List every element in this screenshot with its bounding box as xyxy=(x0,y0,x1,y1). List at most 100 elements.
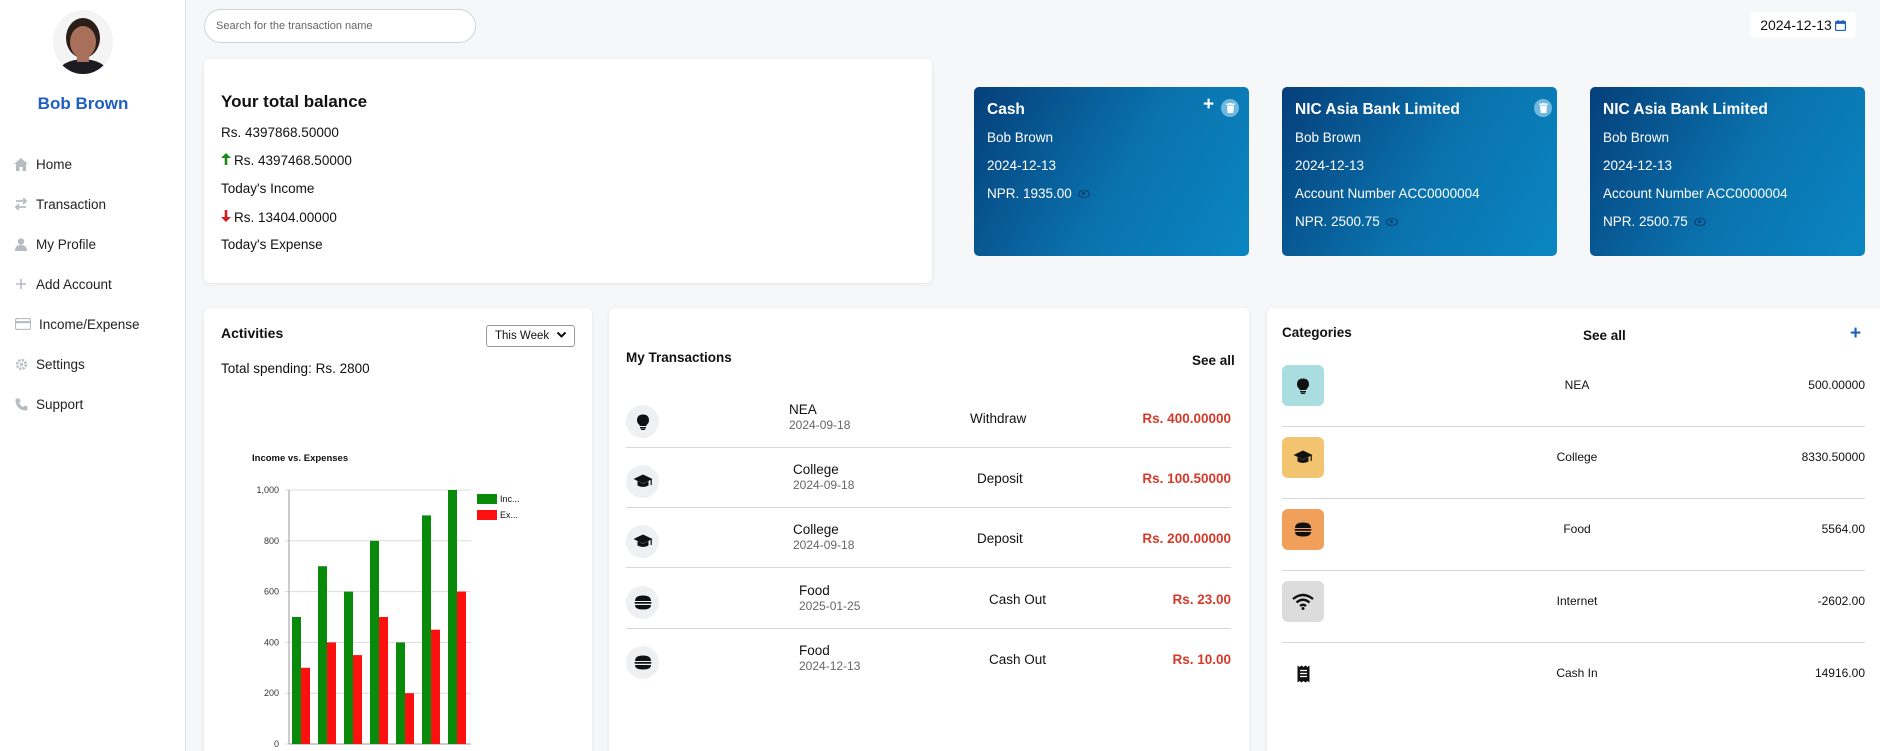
category-row[interactable]: Cash In 14916.00 xyxy=(1282,643,1865,715)
expense-row: Rs. 13404.00000 xyxy=(221,209,337,225)
legend-swatch xyxy=(477,510,497,520)
category-row[interactable]: Food 5564.00 xyxy=(1282,499,1865,571)
sidebar-item-label: Settings xyxy=(36,356,85,372)
period-select[interactable]: This Week xyxy=(486,325,575,347)
burger-icon xyxy=(626,586,659,619)
transaction-name: Food xyxy=(799,583,830,598)
account-owner: Bob Brown xyxy=(1295,130,1362,145)
sidebar-item-label: Support xyxy=(36,396,84,412)
eye-icon[interactable] xyxy=(1077,190,1090,199)
account-name: NIC Asia Bank Limited xyxy=(1603,101,1768,118)
home-icon xyxy=(14,157,28,171)
date-filter[interactable]: 2024-12-13 xyxy=(1750,12,1856,38)
sidebar-item-label: Home xyxy=(36,156,73,172)
bar-income xyxy=(396,642,405,744)
income-expense-chart: Income vs. Expenses02004006008001,000Sun… xyxy=(252,453,520,751)
account-number: Account Number ACC0000004 xyxy=(1295,186,1480,201)
income-row: Rs. 4397468.50000 xyxy=(221,152,352,168)
category-row[interactable]: College 8330.50000 xyxy=(1282,427,1865,499)
transaction-type: Cash Out xyxy=(989,592,1047,607)
y-tick-label: 0 xyxy=(274,739,279,749)
bar-expense xyxy=(327,642,336,744)
transaction-amount: Rs. 100.50000 xyxy=(1142,471,1231,486)
add-category-button[interactable]: + xyxy=(1850,324,1861,343)
transactions-see-all-link[interactable]: See all xyxy=(1192,353,1235,368)
sidebar-item-settings[interactable]: Settings xyxy=(14,344,140,384)
sidebar: Bob Brown Home Transaction My Profile Ad… xyxy=(0,0,186,751)
account-card-cash[interactable]: Cash + Bob Brown 2024-12-13 NPR. 1935.00 xyxy=(974,87,1249,256)
transaction-type: Cash Out xyxy=(989,652,1047,667)
transaction-amount: Rs. 200.00000 xyxy=(1142,531,1231,546)
arrow-up-icon xyxy=(221,152,231,168)
add-icon[interactable]: + xyxy=(1203,95,1214,114)
transaction-row[interactable]: Food 2024-12-13 Cash Out Rs. 10.00 xyxy=(626,629,1231,689)
transfer-icon xyxy=(14,197,28,211)
category-value: 8330.50000 xyxy=(1801,450,1865,464)
bar-expense xyxy=(379,617,388,744)
search-input[interactable] xyxy=(204,9,476,43)
category-value: 5564.00 xyxy=(1821,522,1865,536)
calendar-icon[interactable] xyxy=(1834,19,1846,31)
y-tick-label: 600 xyxy=(264,587,279,597)
avatar[interactable] xyxy=(53,10,113,74)
transaction-type: Withdraw xyxy=(970,411,1027,426)
sidebar-item-my-profile[interactable]: My Profile xyxy=(14,224,140,264)
transaction-row[interactable]: Food 2025-01-25 Cash Out Rs. 23.00 xyxy=(626,569,1231,629)
bar-expense xyxy=(431,629,440,744)
account-card-nic-asia-1[interactable]: NIC Asia Bank Limited Bob Brown 2024-12-… xyxy=(1282,87,1557,256)
category-name: Internet xyxy=(1556,594,1598,608)
transaction-row[interactable]: NEA 2024-09-18 Withdraw Rs. 400.00000 xyxy=(626,388,1231,448)
bar-income xyxy=(422,515,431,744)
bar-income xyxy=(292,617,301,744)
category-row[interactable]: Internet -2602.00 xyxy=(1282,571,1865,643)
sidebar-item-label: Transaction xyxy=(36,196,107,212)
transaction-name: College xyxy=(793,462,839,477)
bar-expense xyxy=(457,591,466,744)
category-value: 14916.00 xyxy=(1814,666,1865,680)
account-owner: Bob Brown xyxy=(987,130,1054,145)
expense-amount: Rs. 13404.00000 xyxy=(234,209,337,225)
bar-income xyxy=(370,540,379,744)
total-spending: Total spending: Rs. 2800 xyxy=(221,361,370,376)
transaction-row[interactable]: College 2024-09-18 Deposit Rs. 200.00000 xyxy=(626,508,1231,568)
date-filter-value: 2024-12-13 xyxy=(1760,17,1832,33)
account-owner: Bob Brown xyxy=(1603,130,1670,145)
transaction-name: Food xyxy=(799,643,830,658)
account-name: NIC Asia Bank Limited xyxy=(1295,101,1460,118)
card-icon xyxy=(14,317,31,331)
transaction-date: 2024-09-18 xyxy=(789,418,851,432)
categories-see-all-link[interactable]: See all xyxy=(1583,328,1626,343)
account-balance-row: NPR. 2500.75 xyxy=(1603,214,1706,229)
bar-expense xyxy=(353,655,362,744)
delete-icon[interactable] xyxy=(1534,99,1552,117)
sidebar-item-add-account[interactable]: Add Account xyxy=(14,264,140,304)
bar-expense xyxy=(301,667,310,744)
sidebar-item-income-expense[interactable]: Income/Expense xyxy=(14,304,140,344)
delete-icon[interactable] xyxy=(1221,99,1239,117)
eye-icon[interactable] xyxy=(1693,218,1706,227)
transaction-row[interactable]: College 2024-09-18 Deposit Rs. 100.50000 xyxy=(626,448,1231,508)
category-row[interactable]: NEA 500.00000 xyxy=(1282,355,1865,427)
account-name: Cash xyxy=(987,101,1025,118)
eye-icon[interactable] xyxy=(1385,218,1398,227)
plus-icon xyxy=(14,277,28,291)
sidebar-item-support[interactable]: Support xyxy=(14,384,140,424)
transaction-date: 2024-12-13 xyxy=(799,659,861,673)
income-amount: Rs. 4397468.50000 xyxy=(234,152,352,168)
account-balance-row: NPR. 1935.00 xyxy=(987,186,1090,201)
transaction-type: Deposit xyxy=(977,531,1023,546)
account-number: Account Number ACC0000004 xyxy=(1603,186,1788,201)
bar-expense xyxy=(405,693,414,744)
y-tick-label: 200 xyxy=(264,688,279,698)
bar-income xyxy=(318,566,327,744)
chart-title: Income vs. Expenses xyxy=(252,453,348,464)
sidebar-item-transaction[interactable]: Transaction xyxy=(14,184,140,224)
sidebar-item-home[interactable]: Home xyxy=(14,144,140,184)
user-name: Bob Brown xyxy=(37,94,129,113)
category-name: NEA xyxy=(1564,378,1590,392)
transaction-date: 2025-01-25 xyxy=(799,599,861,613)
income-label: Today's Income xyxy=(221,181,315,196)
graduation-cap-icon xyxy=(626,465,659,498)
transactions-title: My Transactions xyxy=(626,350,732,365)
account-card-nic-asia-2[interactable]: NIC Asia Bank Limited Bob Brown 2024-12-… xyxy=(1590,87,1865,256)
